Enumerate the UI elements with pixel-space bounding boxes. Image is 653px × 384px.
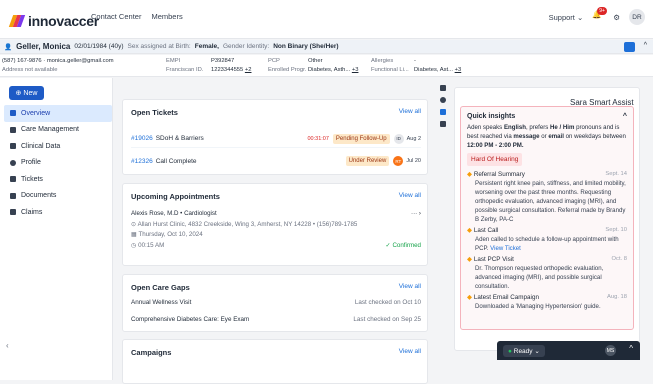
view-ticket-link[interactable]: View Ticket: [490, 245, 521, 252]
appointments-card: Upcoming Appointments View all Alexis Ros…: [122, 183, 428, 266]
notifications-bell[interactable]: 🔔 9+: [592, 7, 607, 24]
collapse-insights-icon[interactable]: ^: [623, 113, 627, 120]
patient-info: (587) 167-9876 · monica.geller@gmail.com…: [0, 55, 653, 77]
assignee-avatar: ID: [393, 133, 404, 144]
ticket-row[interactable]: #19026 SDoH & Barriers 00:31:07 Pending F…: [131, 130, 421, 148]
assist-icon[interactable]: [440, 109, 446, 115]
patient-dob: 02/01/1984 (40y): [74, 43, 124, 50]
ticket-row[interactable]: #12326 Call Complete Under Review RT Jul …: [131, 152, 421, 170]
patient-name: Geller, Monica: [16, 42, 71, 51]
view-all-link[interactable]: View all: [399, 283, 421, 292]
insight-intro: Aden speaks English, prefers He / Him pr…: [467, 124, 626, 149]
sidebar-item-clinical-data[interactable]: Clinical Data: [4, 138, 112, 155]
care-gap-row[interactable]: Comprehensive Diabetes Care: Eye Exam Las…: [131, 316, 421, 323]
card-title: Open Tickets: [131, 108, 178, 117]
patient-address: Address not available: [2, 67, 58, 73]
sidebar-item-care-management[interactable]: Care Management: [4, 122, 112, 139]
ready-status-dropdown[interactable]: ● Ready ⌄: [503, 345, 545, 357]
sidebar-item-profile[interactable]: Profile: [4, 155, 112, 172]
call-button[interactable]: [624, 42, 635, 52]
status-badge: Under Review: [345, 156, 390, 166]
settings-gear-icon[interactable]: ⚙: [613, 13, 620, 22]
email-campaign-section: ◆ Latest Email Campaign Aug. 18 Downloaded …: [467, 294, 627, 310]
agent-avatar[interactable]: MS: [605, 345, 616, 356]
more-options-icon[interactable]: ··· ›: [411, 209, 421, 220]
status-badge: Pending Follow-Up: [332, 133, 390, 144]
hard-of-hearing-tag: Hard Of Hearing: [467, 153, 523, 166]
info-icon[interactable]: [440, 97, 446, 103]
sidebar-item-claims[interactable]: Claims: [4, 204, 112, 221]
claims-icon: [10, 209, 16, 216]
quick-insights-card: Quick insights ^ Aden speaks English, pre…: [460, 106, 634, 330]
patient-bar: 👤 Geller, Monica 02/01/1984 (40y) Sex as…: [0, 40, 653, 54]
new-button[interactable]: ⊕ New: [9, 86, 44, 100]
last-pcp-visit-section: ◆ Last PCP Visit Oct. 8 Dr. Thompson reques…: [467, 256, 627, 290]
care-gap-row[interactable]: Annual Wellness Visit Last checked on Oct…: [131, 299, 421, 306]
calendar-icon: ▦: [131, 231, 137, 238]
patient-email[interactable]: monica.geller@gmail.com: [47, 58, 114, 64]
view-all-link[interactable]: View all: [399, 348, 421, 357]
right-rail: [437, 85, 449, 127]
view-all-link[interactable]: View all: [399, 192, 421, 201]
card-title: Open Care Gaps: [131, 283, 190, 292]
user-avatar[interactable]: DR: [629, 9, 645, 25]
brand-logo[interactable]: innovaccer: [8, 13, 99, 29]
open-tickets-card: Open Tickets View all #19026 SDoH & Barrie…: [122, 99, 428, 175]
book-icon[interactable]: [440, 121, 446, 127]
nav-contact-center[interactable]: Contact Center: [91, 12, 141, 21]
sidebar-item-overview[interactable]: Overview: [4, 105, 112, 122]
hospital-icon[interactable]: [440, 85, 446, 91]
ticket-icon: [10, 176, 16, 183]
overview-icon: [10, 110, 16, 117]
location-icon: ⊙: [131, 220, 137, 228]
logo-icon: [8, 15, 26, 27]
agent-status-bar: ● Ready ⌄ MS ^: [497, 341, 640, 360]
patient-icon: 👤: [4, 43, 13, 51]
referral-summary-section: ◆ Referral Summary Sept. 14 Persistent righ…: [467, 171, 627, 223]
nav-members[interactable]: Members: [151, 12, 182, 21]
sidebar: ⊕ New Overview Care Management Clinical D…: [0, 78, 113, 380]
chat-icon: [10, 126, 16, 133]
care-gaps-card: Open Care Gaps View all Annual Wellness V…: [122, 274, 428, 332]
sidebar-item-tickets[interactable]: Tickets: [4, 171, 112, 188]
notification-badge: 9+: [597, 7, 607, 15]
plus-icon: ⊕: [15, 90, 22, 97]
sidebar-item-documents[interactable]: Documents: [4, 188, 112, 205]
clock-icon: ◷: [131, 241, 137, 249]
collapse-header-icon[interactable]: ^: [644, 42, 647, 49]
clipboard-icon: [10, 143, 16, 150]
expand-bar-icon[interactable]: ^: [629, 344, 633, 353]
doctor-name: Alexis Rose, M.D: [131, 210, 179, 217]
card-title: Upcoming Appointments: [131, 192, 220, 201]
assignee-avatar: RT: [393, 156, 404, 166]
support-menu[interactable]: Support ⌄: [549, 13, 584, 22]
collapse-sidebar-icon[interactable]: ‹: [6, 341, 9, 350]
view-all-link[interactable]: View all: [399, 108, 421, 117]
campaigns-card: Campaigns View all: [122, 339, 428, 384]
card-title: Campaigns: [131, 348, 172, 357]
profile-icon: [10, 159, 16, 166]
document-icon: [10, 192, 16, 199]
top-bar: innovaccer Contact Center Members Suppor…: [0, 0, 653, 39]
last-call-section: ◆ Last Call Sept. 10 Aden called to schedul…: [467, 227, 627, 252]
patient-phone[interactable]: (587) 167-9876: [2, 58, 42, 64]
confirmed-status: ✓ Confirmed: [385, 241, 421, 249]
